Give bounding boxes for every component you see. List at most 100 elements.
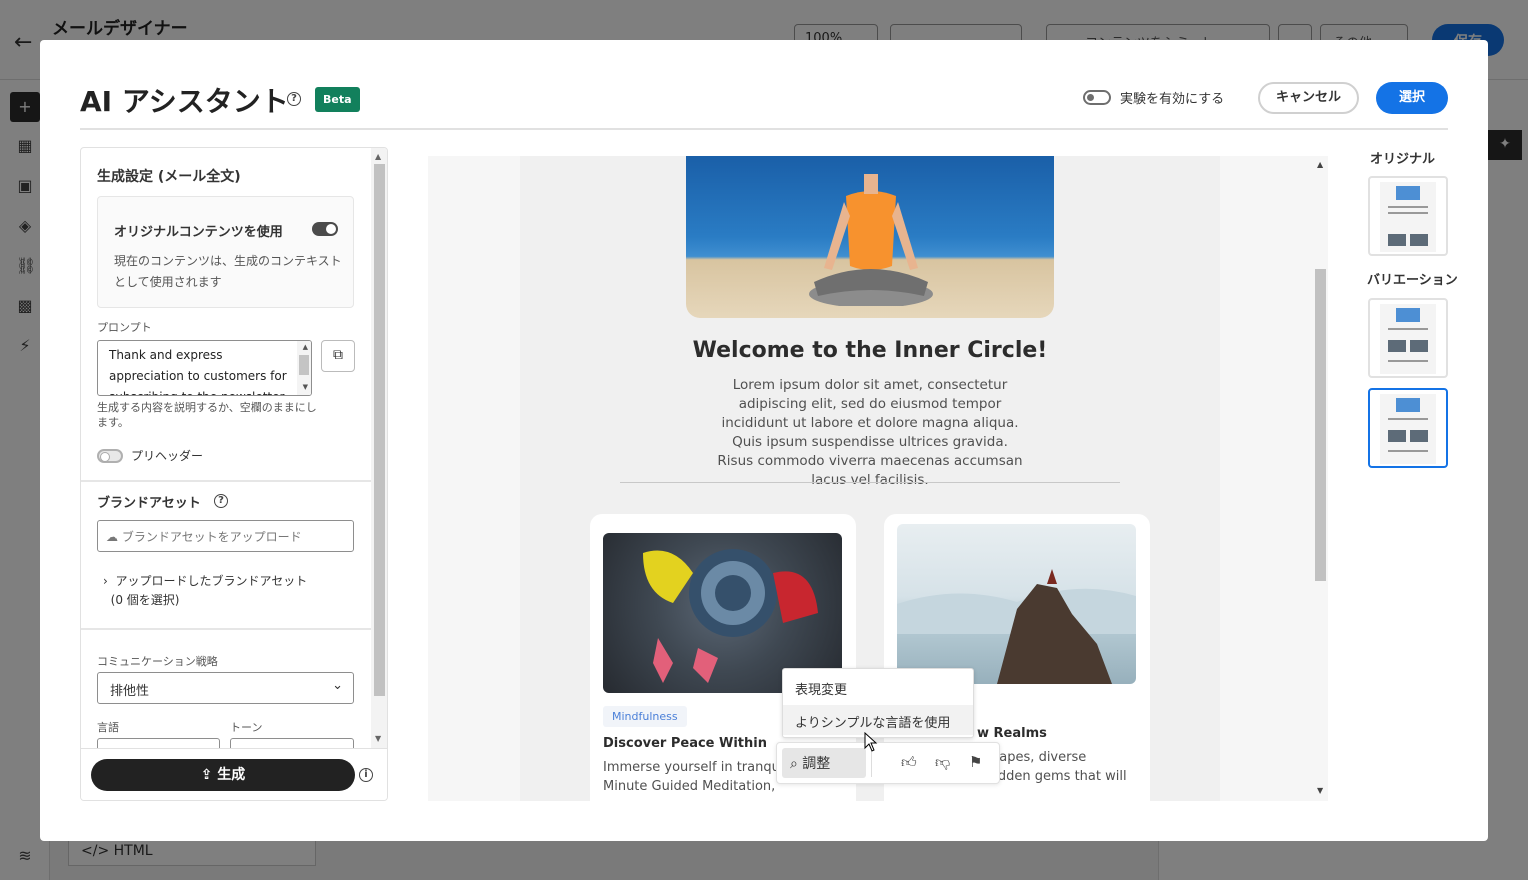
scroll-down-icon[interactable]: ▼ [1317, 786, 1323, 795]
thumbnail-preview [1380, 394, 1436, 464]
thumbnail-line [1388, 212, 1428, 214]
variation-label: バリエーション [1367, 273, 1458, 288]
variation-action-bar: ⌕ 調整 👍︎ 👎︎ ⚑ [776, 742, 1000, 784]
menu-item-rephrase[interactable]: 表現変更 [795, 679, 847, 698]
variation-thumbnail-1[interactable] [1368, 298, 1448, 378]
experiment-toggle[interactable] [1083, 90, 1111, 105]
comm-strategy-select[interactable]: 排他性 ⌄ [97, 672, 354, 704]
prompt-label: プロンプト [97, 321, 152, 334]
preheader-toggle[interactable] [97, 449, 123, 463]
scroll-up-icon[interactable]: ▲ [375, 152, 381, 161]
flag-icon[interactable]: ⚑ [969, 753, 982, 771]
dialog-title: AI アシスタント [80, 85, 289, 118]
thumbnail-line [1388, 206, 1428, 208]
prompt-value: Thank and express appreciation to custom… [109, 348, 287, 395]
prompt-hint: 生成する内容を説明するか、空欄のままにします。 [97, 401, 317, 429]
adjust-icon: ⌕ [790, 756, 798, 772]
experiment-label: 実験を有効にする [1120, 92, 1225, 107]
original-thumbnail[interactable] [1368, 176, 1448, 256]
scroll-up-icon[interactable]: ▲ [1317, 160, 1323, 169]
chevron-down-icon: ⌄ [332, 678, 343, 693]
generate-button[interactable]: ⇪ 生成 [91, 759, 355, 791]
beta-badge: Beta [315, 87, 360, 112]
variation-thumbnail-2[interactable] [1368, 388, 1448, 468]
preheader-label: プリヘッダー [131, 449, 204, 463]
prompt-scroll-thumb[interactable] [299, 355, 309, 375]
comm-strategy-label: コミュニケーション戦略 [97, 655, 218, 668]
uploaded-count: (0 個を選択) [110, 593, 180, 607]
thumbs-down-icon[interactable]: 👎︎ [935, 753, 950, 772]
use-original-desc: 現在のコンテンツは、生成のコンテキストとして使用されます [114, 254, 342, 289]
yoga-person-image [809, 174, 933, 306]
ai-assistant-dialog: AI アシスタント ? Beta 実験を有効にする キャンセル 選択 生成設定 … [40, 40, 1488, 841]
original-content-box: オリジナルコンテンツを使用 現在のコンテンツは、生成のコンテキストとして使用され… [97, 196, 354, 308]
thumbnail-card [1410, 430, 1428, 442]
thumbnail-card [1388, 430, 1406, 442]
settings-heading: 生成設定 (メール全文) [97, 169, 241, 185]
use-original-label: オリジナルコンテンツを使用 [114, 225, 283, 240]
generation-settings-panel: 生成設定 (メール全文) オリジナルコンテンツを使用 現在のコンテンツは、生成の… [80, 147, 388, 801]
uploaded-assets-toggle[interactable]: › アップロードしたブランドアセット (0 個を選択) [103, 572, 307, 610]
thumbnail-card [1410, 340, 1428, 352]
thumbnail-card [1410, 234, 1428, 246]
mountain-image [897, 524, 1136, 684]
preview-scroll-thumb[interactable] [1315, 269, 1326, 581]
thumbnail-hero [1396, 308, 1420, 322]
uploaded-label: アップロードしたブランドアセット [115, 574, 308, 588]
thumbnail-line [1388, 418, 1428, 420]
email-divider [620, 482, 1120, 483]
generate-icon: ⇪ [200, 767, 213, 783]
mountain-illustration [897, 569, 1136, 684]
upload-placeholder: ブランドアセットをアップロード [121, 530, 302, 544]
adjust-label: 調整 [802, 756, 831, 772]
brand-help-icon[interactable]: ? [214, 494, 228, 508]
scroll-down-icon[interactable]: ▼ [375, 734, 381, 743]
scroll-down-icon[interactable]: ▼ [303, 383, 308, 391]
thumbnail-line [1388, 450, 1428, 452]
settings-scroll-thumb[interactable] [374, 164, 385, 696]
scroll-up-icon[interactable]: ▲ [303, 343, 308, 351]
menu-item-simplify[interactable]: よりシンプルな言語を使用 [783, 705, 973, 735]
thumbnail-preview [1380, 304, 1436, 374]
card-title: Discover Peace Within [603, 736, 767, 751]
select-button[interactable]: 選択 [1376, 82, 1448, 114]
category-tag: Mindfulness [603, 706, 687, 727]
hero-image [686, 156, 1054, 318]
info-icon[interactable]: i [359, 768, 373, 782]
generate-label: 生成 [217, 767, 246, 783]
brand-assets-heading: ブランドアセット [97, 496, 201, 511]
section-divider [81, 628, 371, 630]
header-divider [80, 128, 1448, 130]
adjust-menu: 表現変更 よりシンプルな言語を使用 [782, 668, 974, 738]
language-label: 言語 [97, 721, 119, 734]
mouse-cursor-icon [864, 732, 878, 752]
thumbnail-line [1388, 328, 1428, 330]
chevron-right-icon: › [103, 574, 108, 588]
adjust-button[interactable]: ⌕ 調整 [782, 748, 866, 778]
comm-strategy-value: 排他性 [110, 684, 150, 699]
thumbnail-line [1388, 360, 1428, 362]
original-label: オリジナル [1370, 152, 1436, 167]
prompt-library-icon: ⧉ [333, 347, 343, 363]
prompt-textarea[interactable]: Thank and express appreciation to custom… [97, 340, 312, 396]
cancel-button[interactable]: キャンセル [1258, 82, 1359, 114]
brand-upload-input[interactable]: ☁ ブランドアセットをアップロード [97, 520, 354, 552]
thumbnail-card [1388, 340, 1406, 352]
use-original-toggle[interactable] [312, 222, 338, 236]
settings-scroll-area: 生成設定 (メール全文) オリジナルコンテンツを使用 現在のコンテンツは、生成の… [81, 148, 371, 748]
action-bar-divider [871, 751, 872, 777]
thumbnail-hero [1396, 186, 1420, 200]
card-title: w Realms [977, 726, 1047, 741]
prompt-scrollbar[interactable]: ▲ ▼ [297, 341, 311, 395]
prompt-library-button[interactable]: ⧉ [321, 340, 355, 372]
language-select[interactable] [97, 738, 220, 748]
tone-select[interactable] [230, 738, 354, 748]
thumbnail-hero [1396, 398, 1420, 412]
thumbs-up-icon[interactable]: 👍︎ [901, 753, 917, 772]
help-icon[interactable]: ? [287, 92, 301, 106]
thumbnail-preview [1380, 182, 1436, 252]
generate-footer: ⇪ 生成 i [81, 748, 387, 800]
thumbnail-card [1388, 234, 1406, 246]
welcome-body: Lorem ipsum dolor sit amet, consectetur … [717, 377, 1023, 488]
welcome-heading: Welcome to the Inner Circle! [692, 338, 1048, 363]
